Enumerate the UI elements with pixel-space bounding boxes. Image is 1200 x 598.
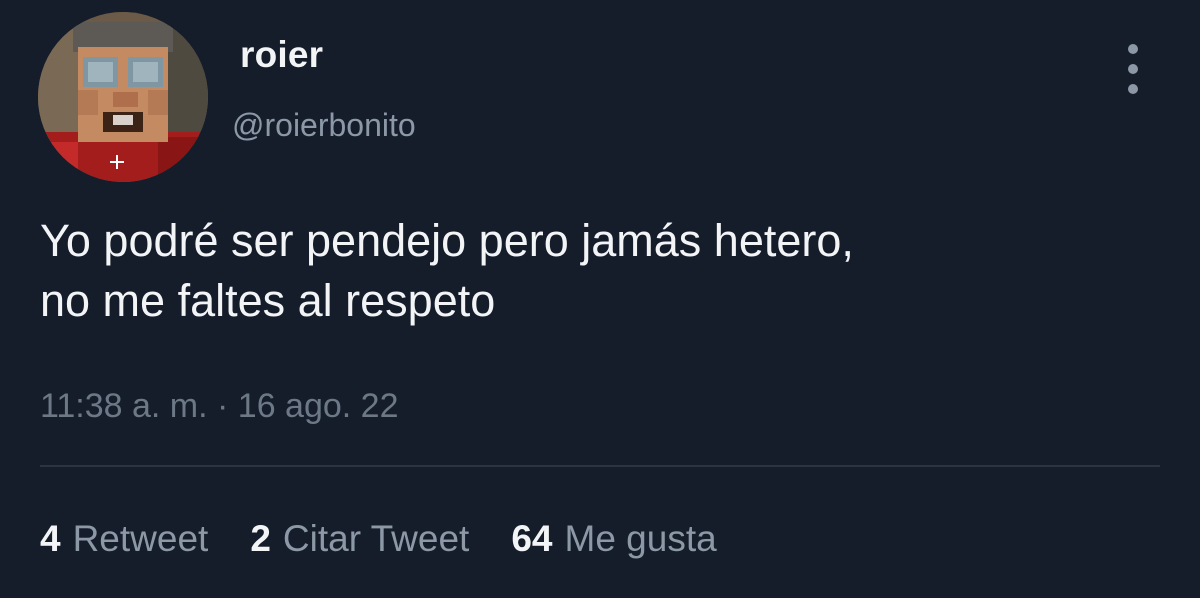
- tweet-card: roier @roierbonito Yo podré ser pendejo …: [0, 0, 1200, 598]
- avatar-image: [38, 12, 208, 182]
- quote-tweet-stat[interactable]: 2 Citar Tweet: [250, 518, 469, 560]
- tweet-stats: 4 Retweet 2 Citar Tweet 64 Me gusta: [40, 518, 759, 560]
- user-handle[interactable]: @roierbonito: [232, 107, 416, 144]
- tweet-timestamp[interactable]: 11:38 a. m. · 16 ago. 22: [40, 387, 399, 426]
- more-options-button[interactable]: [1118, 44, 1148, 94]
- retweet-label: Retweet: [72, 518, 209, 559]
- quote-tweet-count: 2: [250, 518, 271, 559]
- tweet-text: Yo podré ser pendejo pero jamás hetero, …: [40, 215, 854, 326]
- more-vertical-icon: [1128, 44, 1138, 54]
- avatar[interactable]: [38, 12, 208, 182]
- likes-label: Me gusta: [564, 518, 717, 559]
- more-vertical-icon: [1128, 84, 1138, 94]
- quote-tweet-label: Citar Tweet: [282, 518, 470, 559]
- more-vertical-icon: [1128, 64, 1138, 74]
- retweet-count: 4: [40, 518, 61, 559]
- likes-stat[interactable]: 64 Me gusta: [511, 518, 716, 560]
- likes-count: 64: [511, 518, 553, 559]
- retweet-stat[interactable]: 4 Retweet: [40, 518, 208, 560]
- divider: [40, 465, 1160, 467]
- display-name[interactable]: roier: [240, 34, 323, 76]
